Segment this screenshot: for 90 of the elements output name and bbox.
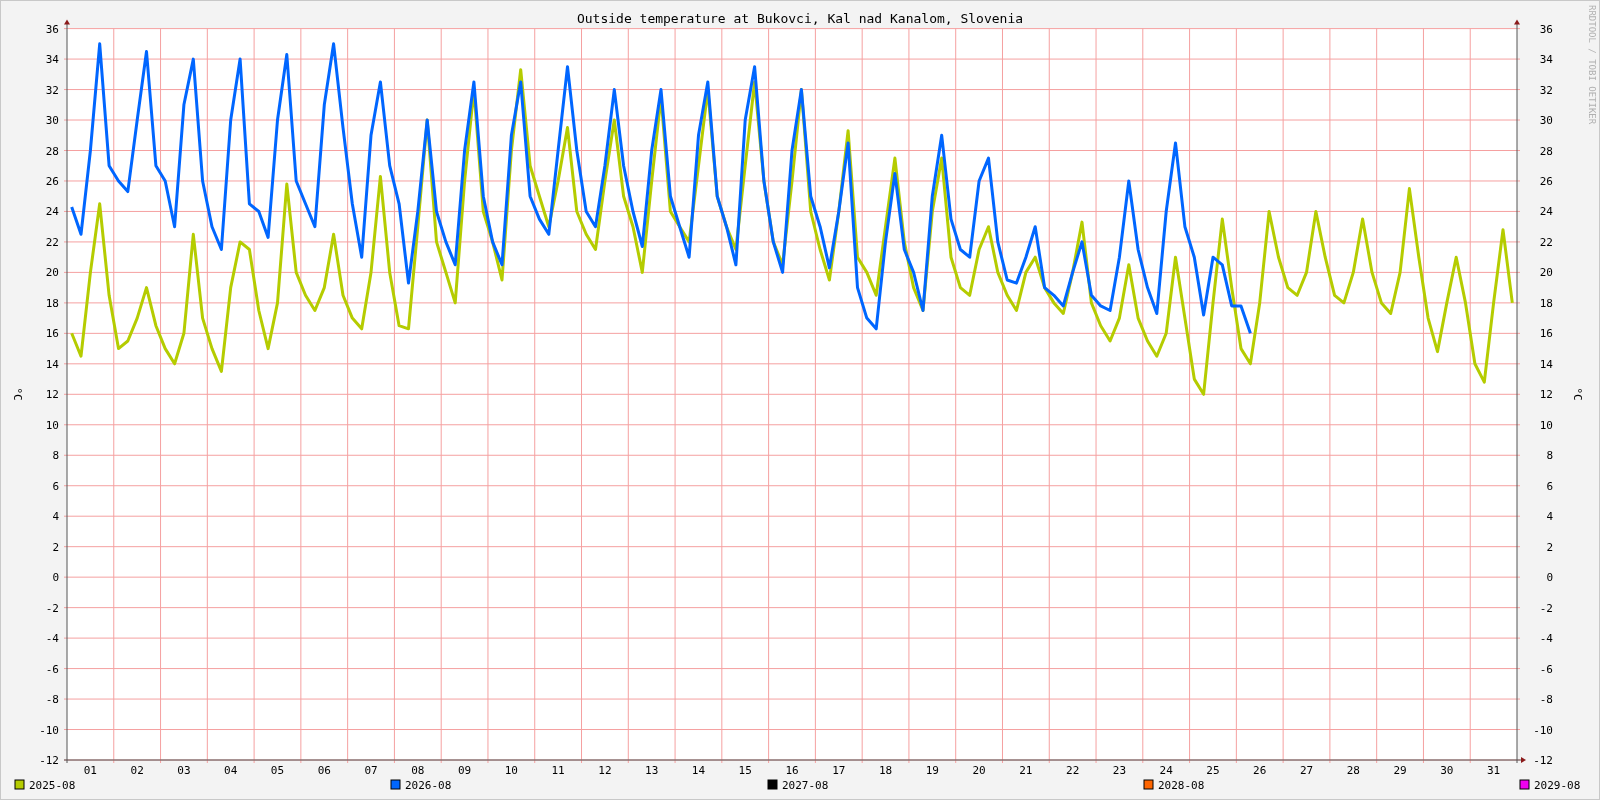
x-axis-label: 28	[1346, 764, 1360, 777]
legend-label: 2029-08	[1534, 779, 1581, 792]
x-axis-label: 09	[457, 764, 472, 777]
y-axis-label: 18	[1539, 296, 1553, 310]
x-axis-label: 22	[1066, 764, 1080, 777]
y-axis-label: 10	[45, 418, 59, 432]
y-axis-label: 36	[1539, 22, 1553, 36]
y-axis-title: °C	[11, 387, 24, 401]
legend-label: 2027-08	[782, 779, 829, 792]
y-axis-label: 26	[45, 175, 59, 188]
y-axis-label: 14	[45, 357, 59, 371]
y-axis-label: 20	[45, 266, 59, 280]
legend-label: 2028-08	[1158, 779, 1205, 792]
y-axis-label: 8	[52, 449, 59, 463]
y-axis-label: 10	[1539, 418, 1553, 432]
y-axis-label: -2	[45, 601, 59, 615]
y-axis-title: °C	[1571, 387, 1584, 401]
y-axis-label: 26	[1539, 175, 1553, 188]
y-axis-label: 32	[45, 83, 59, 97]
x-axis-label: 29	[1393, 764, 1407, 777]
y-axis-label: 24	[1539, 205, 1553, 219]
y-axis-label: 12	[45, 388, 59, 402]
y-axis-label: 34	[1539, 53, 1553, 67]
y-axis-label: 28	[45, 144, 59, 158]
x-axis-label: 18	[878, 764, 893, 777]
x-axis-label: 24	[1159, 764, 1173, 777]
x-axis-label: 07	[364, 764, 378, 777]
x-axis-label: 15	[738, 764, 752, 777]
chart-title: Outside temperature at Bukovci, Kal nad Kanalom, Slovenia	[576, 11, 1024, 26]
y-axis-label: -10	[39, 723, 59, 737]
y-axis-label: 30	[45, 114, 59, 128]
y-axis-label: -4	[1539, 632, 1553, 646]
y-axis-label: 6	[52, 479, 59, 493]
y-axis-label: 4	[1546, 510, 1553, 524]
y-axis-label: 8	[1546, 449, 1553, 463]
x-axis-label: 30	[1440, 764, 1454, 777]
y-axis-label: 6	[1546, 479, 1553, 493]
x-axis-label: 14	[691, 764, 706, 777]
x-axis-label: 17	[832, 764, 846, 777]
y-axis-label: 12	[1539, 388, 1553, 402]
x-axis-label: 31	[1487, 764, 1501, 777]
credit-text: RRDTOOL / TOBI OETIKER	[1587, 5, 1597, 125]
y-axis-label: -8	[1539, 693, 1553, 707]
y-axis-label: 22	[1539, 235, 1553, 249]
x-axis-label: 20	[972, 764, 986, 777]
y-axis-label: -2	[1539, 601, 1553, 615]
x-axis-label: 02	[130, 764, 144, 777]
y-axis-label: 2	[1546, 540, 1553, 554]
x-axis-label: 16	[785, 764, 799, 777]
x-axis-label: 01	[83, 764, 97, 777]
y-axis-label: 30	[1539, 114, 1553, 128]
y-axis-label: -10	[1533, 723, 1553, 737]
x-axis-label: 04	[224, 764, 238, 777]
y-axis-label: -12	[1533, 754, 1553, 767]
y-axis-label: 28	[1539, 144, 1553, 158]
y-axis-label: -6	[45, 662, 59, 676]
y-axis-label: 36	[45, 22, 59, 36]
y-axis-label: 14	[1539, 357, 1553, 371]
x-axis-label: 06	[317, 764, 331, 777]
y-axis-label: -8	[45, 693, 59, 707]
y-axis-label: -12	[39, 754, 59, 767]
y-axis-label: 16	[1539, 327, 1553, 341]
x-axis-label: 11	[551, 764, 565, 777]
x-axis-label: 26	[1253, 764, 1267, 777]
y-axis-label: 16	[45, 327, 59, 341]
y-axis-label: 20	[1539, 266, 1553, 280]
y-axis-label: -4	[45, 632, 59, 646]
legend-label: 2025-08	[29, 779, 76, 792]
x-axis-label: 27	[1299, 764, 1314, 777]
x-axis-label: 08	[411, 764, 425, 777]
y-axis-label: 18	[45, 296, 59, 310]
y-axis-label: 0	[52, 571, 59, 585]
x-axis-label: 05	[270, 764, 285, 777]
x-axis-label: 25	[1206, 764, 1220, 777]
x-axis-label: 19	[925, 764, 939, 777]
y-axis-label: 2	[52, 540, 59, 554]
legend-label: 2026-08	[405, 779, 452, 792]
x-axis-label: 03	[177, 764, 191, 777]
x-axis-label: 21	[1019, 764, 1033, 777]
y-axis-label: 32	[1539, 83, 1553, 97]
x-axis-label: 12	[598, 764, 612, 777]
x-axis-label: 13	[645, 764, 659, 777]
y-axis-label: 22	[45, 235, 59, 249]
y-axis-label: 34	[45, 53, 59, 67]
y-axis-label: 0	[1546, 571, 1553, 585]
y-axis-label: -6	[1539, 662, 1553, 676]
y-axis-label: 4	[52, 510, 59, 524]
y-axis-label: 24	[45, 205, 59, 219]
x-axis-label: 10	[504, 764, 518, 777]
x-axis-label: 23	[1112, 764, 1127, 777]
